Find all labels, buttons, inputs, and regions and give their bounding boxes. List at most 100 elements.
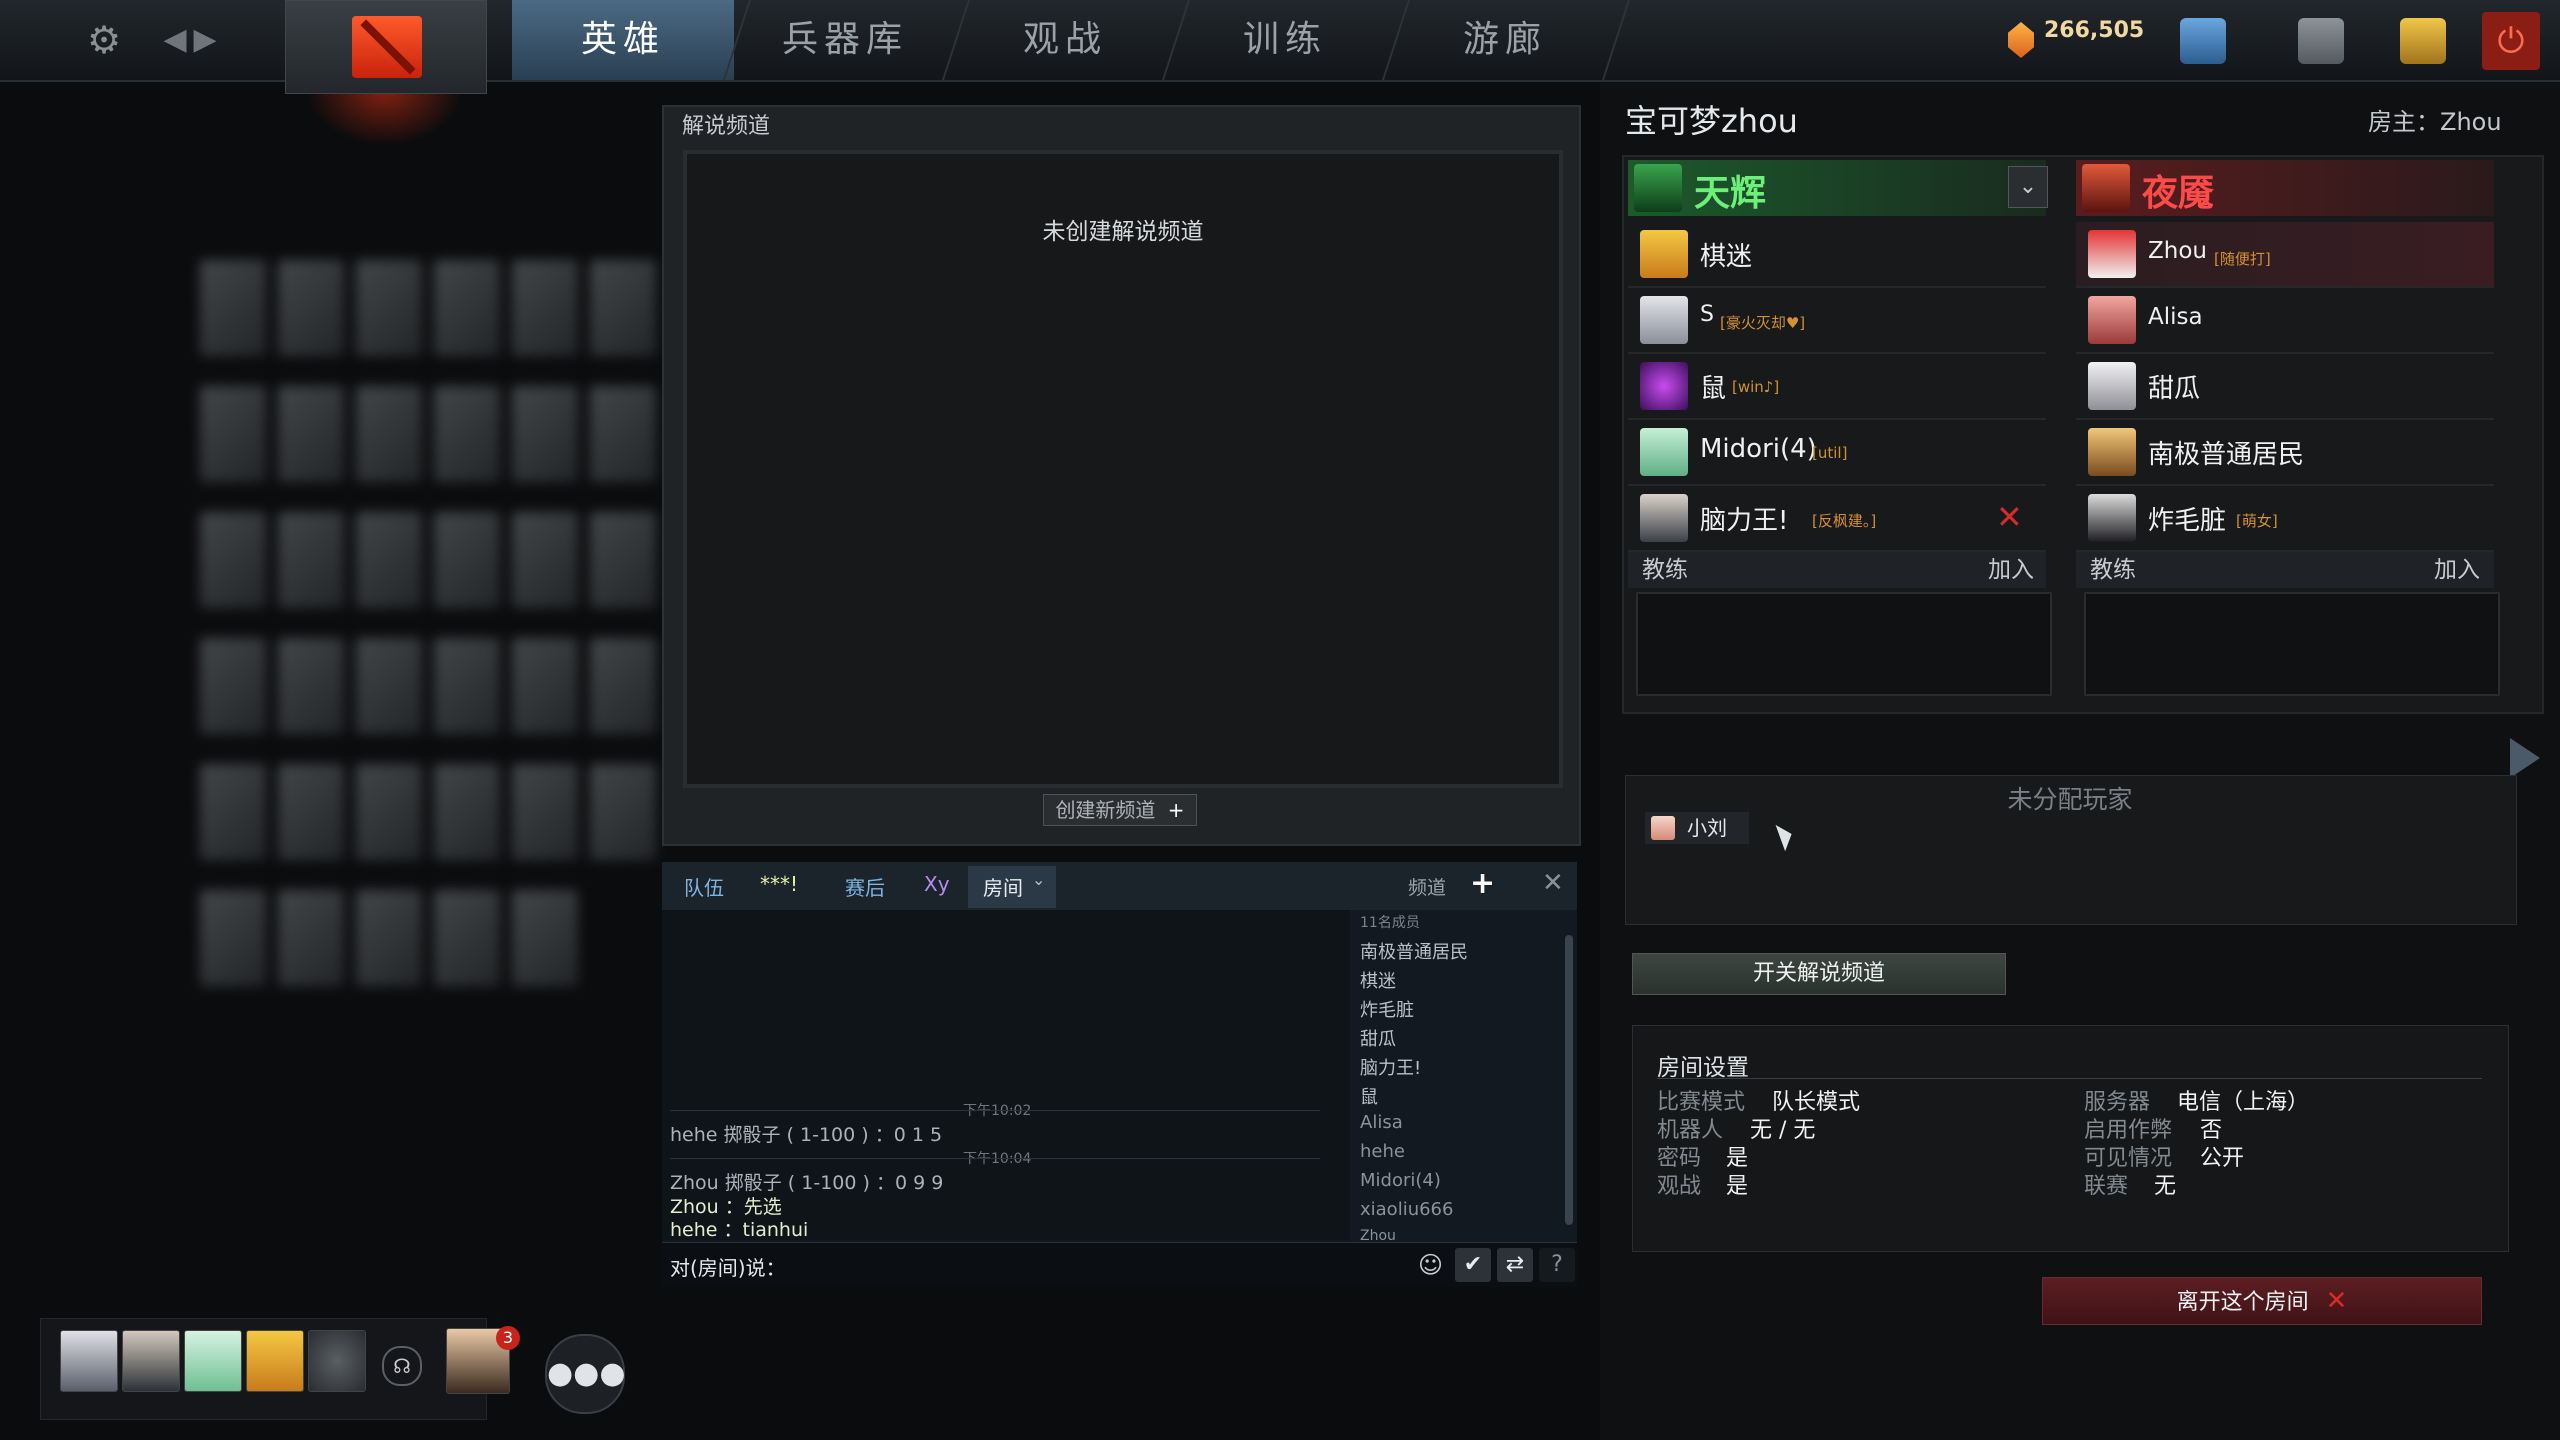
dire-player-slot[interactable] xyxy=(2076,222,2494,288)
forward-arrow-icon[interactable]: ▶ xyxy=(190,18,220,62)
inventory-icon[interactable] xyxy=(2298,18,2344,64)
unassigned-title: 未分配玩家 xyxy=(2007,785,2133,814)
leave-lobby-label: 离开这个房间 xyxy=(2176,1290,2309,1315)
radiant-dropdown-chevron-icon[interactable]: ⌄ xyxy=(2008,166,2048,208)
coach-label: 教练 xyxy=(2090,557,2136,583)
close-icon: ✕ xyxy=(2325,1286,2348,1316)
nav-tab-armory[interactable]: 兵器库 xyxy=(740,0,950,80)
member-item[interactable]: 甜瓜 xyxy=(1360,1025,1396,1051)
avatar xyxy=(1651,816,1675,840)
radiant-player-slot[interactable] xyxy=(1628,354,2046,420)
toggle-broadcast-button[interactable]: 开关解说频道 xyxy=(1632,953,2006,995)
radiant-coach-slot[interactable] xyxy=(1636,592,2052,696)
setting-value: 电信（上海） xyxy=(2177,1090,2310,1115)
player-tag: [反枫建。] xyxy=(1812,512,1877,530)
settings-title: 房间设置 xyxy=(1657,1055,1749,1081)
party-member-avatar[interactable] xyxy=(122,1330,180,1392)
avatar xyxy=(1640,230,1688,278)
coach-label: 教练 xyxy=(1642,557,1688,583)
dire-coach-slot[interactable] xyxy=(2084,592,2500,696)
dire-player-slot[interactable] xyxy=(2076,288,2494,354)
member-item[interactable]: xiaoliu666 xyxy=(1360,1199,1453,1220)
player-name: 甜瓜 xyxy=(2148,374,2201,404)
player-name: 脑力王! xyxy=(1700,506,1789,536)
player-name: 炸毛脏 xyxy=(2148,506,2227,536)
avatar xyxy=(2088,362,2136,410)
member-item[interactable]: 鼠 xyxy=(1360,1083,1378,1109)
close-chat-icon[interactable]: ✕ xyxy=(1542,868,1564,898)
kick-close-icon[interactable]: ✕ xyxy=(1996,498,2023,536)
member-item[interactable]: 棋迷 xyxy=(1360,967,1396,993)
avatar xyxy=(1640,428,1688,476)
member-item[interactable]: 炸毛脏 xyxy=(1360,996,1414,1022)
member-item[interactable]: hehe xyxy=(1360,1141,1405,1162)
battle-pass-icon[interactable] xyxy=(2400,18,2446,64)
settings-gear-icon[interactable]: ⚙ xyxy=(82,18,126,62)
radiant-player-slot[interactable] xyxy=(1628,288,2046,354)
setting-value: 无 / 无 xyxy=(1750,1118,1816,1143)
avatar xyxy=(2088,296,2136,344)
voice-headset-icon[interactable]: ☊ xyxy=(382,1346,422,1386)
member-item[interactable]: 脑力王! xyxy=(1360,1054,1421,1080)
chat-tab-xy[interactable]: Xy xyxy=(924,872,950,896)
avatar xyxy=(1640,296,1688,344)
member-item[interactable]: 南极普通居民 xyxy=(1360,938,1468,964)
member-item[interactable]: Alisa xyxy=(1360,1112,1403,1133)
coach-join-button[interactable]: 加入 xyxy=(2434,552,2480,588)
dire-icon xyxy=(2082,164,2130,212)
member-item[interactable]: Zhou xyxy=(1360,1228,1396,1242)
chat-message: Zhou 掷骰子 ( 1-100 ) ：0 9 9 xyxy=(670,1172,944,1194)
back-arrow-icon[interactable]: ◀ xyxy=(160,18,190,62)
nav-tab-learn[interactable]: 训练 xyxy=(1180,0,1390,80)
player-name: Midori(4) xyxy=(1700,434,1817,464)
power-icon[interactable]: ⏻ xyxy=(2482,12,2540,70)
radiant-coach-header: 教练 加入 xyxy=(1628,552,2046,588)
coach-join-button[interactable]: 加入 xyxy=(1988,552,2034,588)
dire-player-slot[interactable] xyxy=(2076,354,2494,420)
member-list-scrollbar[interactable] xyxy=(1565,935,1573,1225)
radiant-title: 天辉 xyxy=(1694,173,1767,214)
dire-player-slot[interactable] xyxy=(2076,486,2494,552)
party-member-avatar[interactable] xyxy=(60,1330,118,1392)
help-icon[interactable]: ? xyxy=(1539,1248,1575,1282)
emoji-icon[interactable]: ☺ xyxy=(1418,1248,1446,1282)
chat-input[interactable] xyxy=(785,1248,1325,1280)
send-check-icon[interactable]: ✔ xyxy=(1455,1248,1491,1282)
lobby-name: 宝可梦zhou xyxy=(1625,102,1798,140)
chat-message: hehe ：tianhui xyxy=(670,1219,809,1241)
chat-message: hehe 掷骰子 ( 1-100 ) ：0 1 5 xyxy=(670,1124,943,1146)
player-tag: [win♪] xyxy=(1732,378,1780,396)
member-count: 11名成员 xyxy=(1360,915,1420,931)
chat-tab-team[interactable]: 队伍 xyxy=(684,872,724,901)
unassigned-player-name: 小刘 xyxy=(1687,816,1727,840)
broadcast-panel-title: 解说频道 xyxy=(682,114,771,139)
player-name: 南极普通居民 xyxy=(2148,440,2305,470)
divider xyxy=(670,1110,1320,1111)
chat-tab-postgame[interactable]: 赛后 xyxy=(845,872,885,901)
party-member-avatar[interactable] xyxy=(246,1330,304,1392)
expand-arrow-icon[interactable] xyxy=(2510,738,2540,778)
avatar xyxy=(1640,494,1688,542)
chat-message-icon[interactable] xyxy=(2180,18,2226,64)
shards-amount: 266,505 xyxy=(2044,18,2145,43)
share-icon[interactable]: ⇄ xyxy=(1497,1248,1533,1282)
plus-icon: + xyxy=(1167,798,1185,822)
empty-party-slot[interactable] xyxy=(308,1330,366,1392)
party-group-icon[interactable]: ●●● xyxy=(545,1334,626,1414)
player-name: 鼠 xyxy=(1700,374,1727,404)
unassigned-player[interactable]: 小刘 xyxy=(1645,812,1749,844)
player-tag: [萌女] xyxy=(2236,512,2278,530)
add-channel-icon[interactable]: + xyxy=(1470,866,1495,901)
chat-tab-custom[interactable]: ***! xyxy=(760,872,798,896)
create-channel-button[interactable]: 创建新频道 + xyxy=(1043,794,1197,826)
member-item[interactable]: Midori(4) xyxy=(1360,1170,1441,1191)
nav-tab-heroes[interactable]: 英雄 xyxy=(512,0,734,80)
dire-coach-header: 教练 加入 xyxy=(2076,552,2494,588)
nav-tab-watch[interactable]: 观战 xyxy=(960,0,1170,80)
party-member-avatar[interactable] xyxy=(184,1330,242,1392)
radiant-player-slot[interactable] xyxy=(1628,222,2046,288)
nav-tab-arcade[interactable]: 游廊 xyxy=(1400,0,1610,80)
leave-lobby-button[interactable]: 离开这个房间 ✕ xyxy=(2042,1277,2482,1325)
dire-title: 夜魇 xyxy=(2142,173,2215,214)
lobby-host: 房主：Zhou xyxy=(2368,108,2502,136)
